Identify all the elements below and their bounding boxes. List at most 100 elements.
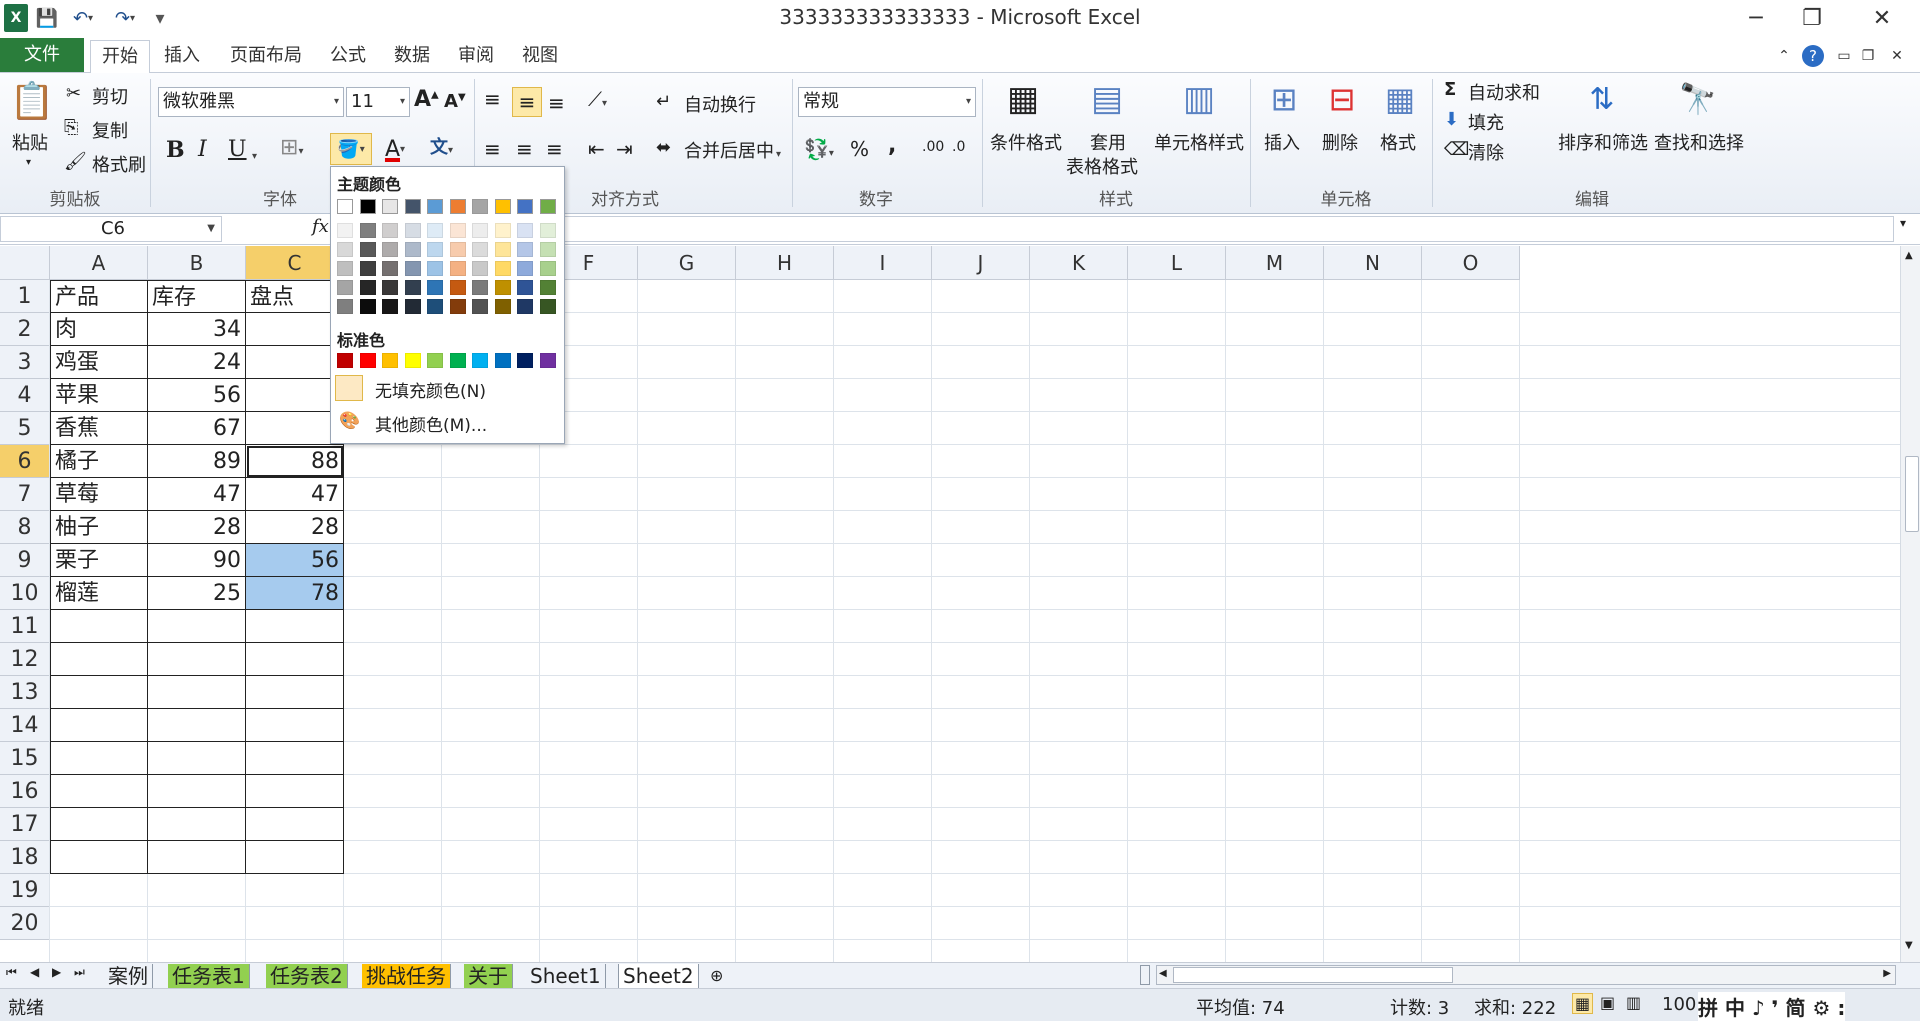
select-all-button[interactable] <box>0 246 50 280</box>
orientation-icon[interactable]: ⟋▾ <box>588 87 607 111</box>
row-header-2[interactable]: 2 <box>0 313 50 346</box>
fill-color-button[interactable]: 🪣 ▾ <box>330 133 372 165</box>
cell-c13[interactable] <box>246 676 344 709</box>
expand-formula-icon[interactable]: ▾ <box>1900 216 1906 230</box>
theme-color-swatch[interactable] <box>472 199 488 214</box>
theme-shade-swatch[interactable] <box>517 242 533 257</box>
tab-view[interactable]: 视图 <box>518 40 562 72</box>
clear-button[interactable]: 清除 <box>1468 139 1504 165</box>
scroll-right-icon[interactable]: ▶ <box>1883 968 1891 979</box>
insert-cells-button[interactable]: 插入 <box>1264 129 1300 155</box>
cell-b3[interactable]: 24 <box>148 346 246 379</box>
prev-sheet-icon[interactable]: ◀ <box>30 965 39 979</box>
cell-b4[interactable]: 56 <box>148 379 246 412</box>
theme-shade-swatch[interactable] <box>359 261 376 276</box>
number-format-select[interactable]: 常规 ▾ <box>798 87 976 117</box>
theme-shade-swatch[interactable] <box>494 242 511 257</box>
row-header-4[interactable]: 4 <box>0 379 50 412</box>
cell-a13[interactable] <box>50 676 148 709</box>
eraser-icon[interactable]: ⌫ <box>1444 139 1469 160</box>
align-top-icon[interactable]: ≡ <box>484 87 501 111</box>
cell-a14[interactable] <box>50 709 148 742</box>
sort-filter-icon[interactable]: ⇅ <box>1580 77 1624 121</box>
tab-formulas[interactable]: 公式 <box>326 40 370 72</box>
restore-workbook-icon[interactable]: ❐ <box>1858 40 1878 72</box>
theme-shade-swatch[interactable] <box>449 242 466 257</box>
theme-color-swatch[interactable] <box>449 199 466 214</box>
theme-color-swatch[interactable] <box>494 199 511 214</box>
sigma-icon[interactable]: Σ <box>1444 79 1456 100</box>
scroll-thumb[interactable] <box>1905 456 1919 532</box>
standard-color-swatch[interactable] <box>359 353 376 368</box>
format-cells-icon[interactable]: ▦ <box>1378 77 1422 121</box>
theme-color-swatch[interactable] <box>404 199 421 214</box>
column-header-l[interactable]: L <box>1128 246 1226 280</box>
cell-b7[interactable]: 47 <box>148 478 246 511</box>
normal-view-icon[interactable]: ▦ <box>1572 993 1594 1014</box>
column-header-j[interactable]: J <box>932 246 1030 280</box>
standard-color-swatch[interactable] <box>494 353 511 368</box>
tab-split-handle[interactable] <box>1140 965 1150 985</box>
theme-shade-swatch[interactable] <box>494 223 511 238</box>
align-center-icon[interactable]: ≡ <box>516 137 533 161</box>
last-sheet-icon[interactable]: ⏭ <box>74 965 85 980</box>
row-header-17[interactable]: 17 <box>0 808 50 841</box>
cell-b15[interactable] <box>148 742 246 775</box>
theme-shade-swatch[interactable] <box>539 261 556 276</box>
cell-b14[interactable] <box>148 709 246 742</box>
merge-center-button[interactable]: 合并后居中 <box>684 137 774 163</box>
vertical-scrollbar[interactable]: ▲ ▼ <box>1900 246 1920 962</box>
theme-shade-swatch[interactable] <box>449 280 466 295</box>
cell-c15[interactable] <box>246 742 344 775</box>
theme-shade-swatch[interactable] <box>449 299 466 314</box>
font-color-button[interactable]: A ▾ <box>376 133 414 165</box>
theme-color-swatch[interactable] <box>337 199 353 214</box>
more-colors-item[interactable]: 🎨 其他颜色(M)... <box>333 407 560 437</box>
theme-shade-swatch[interactable] <box>494 261 511 276</box>
cell-styles-icon[interactable]: ▥ <box>1176 77 1222 121</box>
theme-shade-swatch[interactable] <box>337 242 353 257</box>
minimize-button[interactable]: ─ <box>1736 4 1776 34</box>
sheet-tab-4[interactable]: 挑战任务 <box>362 964 451 988</box>
shrink-font-icon[interactable]: A▼ <box>444 91 466 112</box>
font-size-select[interactable]: 11 ▾ <box>346 87 410 117</box>
delete-cells-button[interactable]: 删除 <box>1322 129 1358 155</box>
fx-button[interactable]: fx <box>312 216 329 237</box>
theme-color-swatch[interactable] <box>539 199 556 214</box>
column-header-a[interactable]: A <box>50 246 148 280</box>
theme-shade-swatch[interactable] <box>337 261 353 276</box>
column-header-g[interactable]: G <box>638 246 736 280</box>
format-painter-icon[interactable]: 🖌 <box>64 151 87 172</box>
theme-shade-swatch[interactable] <box>359 242 376 257</box>
cell-b18[interactable] <box>148 841 246 874</box>
sheet-tab-7[interactable]: Sheet2 <box>618 964 699 989</box>
theme-shade-swatch[interactable] <box>539 280 556 295</box>
font-name-select[interactable]: 微软雅黑 ▾ <box>158 87 344 117</box>
align-right-icon[interactable]: ≡ <box>546 137 563 161</box>
increase-decimal-icon[interactable]: .00 <box>922 139 944 155</box>
theme-shade-swatch[interactable] <box>472 280 488 295</box>
currency-icon[interactable]: 💱▾ <box>804 137 834 161</box>
theme-shade-swatch[interactable] <box>472 299 488 314</box>
sheet-tab-6[interactable]: Sheet1 <box>526 964 606 988</box>
cell-c17[interactable] <box>246 808 344 841</box>
theme-shade-swatch[interactable] <box>494 299 511 314</box>
comma-button[interactable]: , <box>888 133 896 158</box>
cell-c14[interactable] <box>246 709 344 742</box>
theme-shade-swatch[interactable] <box>359 280 376 295</box>
insert-cells-icon[interactable]: ⊞ <box>1262 77 1306 121</box>
theme-shade-swatch[interactable] <box>427 223 443 238</box>
tab-insert[interactable]: 插入 <box>160 40 204 72</box>
standard-color-swatch[interactable] <box>382 353 398 368</box>
cell-a2[interactable]: 肉 <box>50 313 148 346</box>
paste-button[interactable]: 粘贴 <box>12 129 48 155</box>
copy-icon[interactable]: ⎘ <box>64 117 78 138</box>
theme-shade-swatch[interactable] <box>427 299 443 314</box>
theme-shade-swatch[interactable] <box>382 261 398 276</box>
cell-b2[interactable]: 34 <box>148 313 246 346</box>
sheet-tab-3[interactable]: 任务表2 <box>266 964 348 988</box>
row-header-20[interactable]: 20 <box>0 907 50 940</box>
close-button[interactable]: ✕ <box>1862 4 1902 34</box>
cell-a10[interactable]: 榴莲 <box>50 577 148 610</box>
cell-a16[interactable] <box>50 775 148 808</box>
